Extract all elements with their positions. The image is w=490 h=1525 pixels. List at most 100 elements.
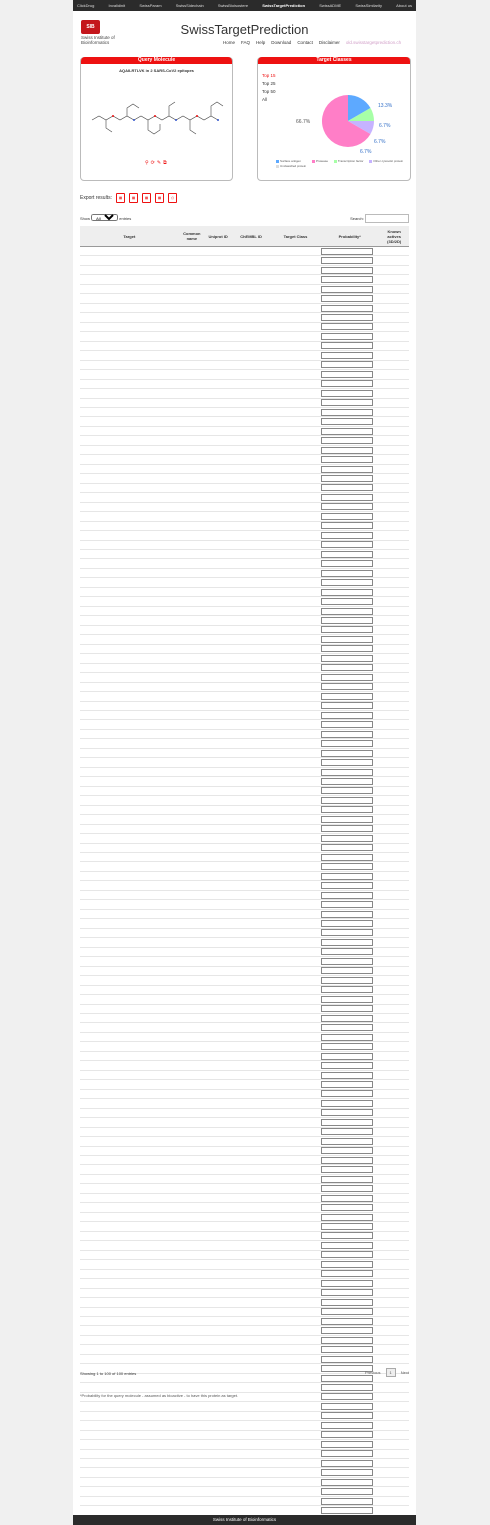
cell-uniprot[interactable] — [205, 549, 232, 560]
cell-common-name[interactable] — [178, 1382, 205, 1393]
nav-download[interactable]: Download — [271, 40, 291, 45]
cell-chembl[interactable] — [231, 246, 271, 257]
cell-known-actives[interactable] — [379, 824, 409, 835]
table-row[interactable] — [80, 1193, 409, 1204]
cell-chembl[interactable] — [231, 331, 271, 342]
table-row[interactable] — [80, 1486, 409, 1497]
cell-chembl[interactable] — [231, 1004, 271, 1014]
cell-chembl[interactable] — [231, 426, 271, 437]
cell-uniprot[interactable] — [205, 1146, 232, 1157]
table-row[interactable] — [80, 890, 409, 901]
cell-chembl[interactable] — [231, 1193, 271, 1204]
cell-common-name[interactable] — [178, 1079, 205, 1090]
zoom-icon[interactable]: ⚲ — [145, 160, 149, 166]
cell-chembl[interactable] — [231, 1439, 271, 1450]
cell-known-actives[interactable] — [379, 1146, 409, 1157]
table-row[interactable] — [80, 274, 409, 285]
table-row[interactable] — [80, 1477, 409, 1488]
cell-chembl[interactable] — [231, 416, 271, 427]
cell-chembl[interactable] — [231, 1496, 271, 1507]
cell-known-actives[interactable] — [379, 1458, 409, 1469]
cell-known-actives[interactable] — [379, 691, 409, 702]
cell-known-actives[interactable] — [379, 1127, 409, 1138]
cell-chembl[interactable] — [231, 1183, 271, 1194]
table-row[interactable] — [80, 861, 409, 872]
cell-chembl[interactable] — [231, 398, 271, 408]
topbar-link[interactable]: SwissParam — [139, 3, 161, 8]
cell-known-actives[interactable] — [379, 1004, 409, 1014]
cell-known-actives[interactable] — [379, 341, 409, 352]
table-row[interactable] — [80, 1496, 409, 1507]
cell-known-actives[interactable] — [379, 928, 409, 939]
cell-known-actives[interactable] — [379, 786, 409, 797]
cell-uniprot[interactable] — [205, 786, 232, 797]
cell-chembl[interactable] — [231, 1269, 271, 1280]
cell-uniprot[interactable] — [205, 445, 232, 456]
cell-known-actives[interactable] — [379, 871, 409, 882]
cell-chembl[interactable] — [231, 956, 271, 967]
cell-chembl[interactable] — [231, 1136, 271, 1147]
column-header-probability[interactable]: Probability* — [320, 226, 380, 247]
table-row[interactable] — [80, 445, 409, 456]
table-row[interactable] — [80, 776, 409, 787]
cell-known-actives[interactable] — [379, 492, 409, 503]
top-25-option[interactable]: Top 25 — [262, 80, 276, 88]
cell-chembl[interactable] — [231, 1098, 271, 1109]
table-row[interactable] — [80, 435, 409, 446]
cell-chembl[interactable] — [231, 1013, 271, 1024]
cell-known-actives[interactable] — [379, 312, 409, 323]
cell-common-name[interactable] — [178, 1004, 205, 1014]
cell-common-name[interactable] — [178, 833, 205, 844]
cell-chembl[interactable] — [231, 1373, 271, 1384]
cell-chembl[interactable] — [231, 1382, 271, 1393]
cell-common-name[interactable] — [178, 1401, 205, 1412]
cell-chembl[interactable] — [231, 530, 271, 541]
cell-common-name[interactable] — [178, 596, 205, 607]
cell-uniprot[interactable] — [205, 776, 232, 787]
cell-known-actives[interactable] — [379, 1013, 409, 1024]
table-row[interactable] — [80, 1070, 409, 1081]
cell-known-actives[interactable] — [379, 521, 409, 532]
cell-common-name[interactable] — [178, 483, 205, 494]
cell-uniprot[interactable] — [205, 1079, 232, 1090]
table-row[interactable] — [80, 1401, 409, 1412]
cell-known-actives[interactable] — [379, 322, 409, 333]
table-row[interactable] — [80, 701, 409, 711]
cell-uniprot[interactable] — [205, 1325, 232, 1336]
cell-known-actives[interactable] — [379, 587, 409, 598]
table-row[interactable] — [80, 511, 409, 522]
cell-known-actives[interactable] — [379, 1430, 409, 1441]
cell-common-name[interactable] — [178, 435, 205, 446]
table-row[interactable] — [80, 1060, 409, 1071]
cell-known-actives[interactable] — [379, 1041, 409, 1052]
cell-known-actives[interactable] — [379, 994, 409, 1005]
edit-icon[interactable]: ✎ — [157, 160, 161, 166]
cell-chembl[interactable] — [231, 738, 271, 749]
cell-common-name[interactable] — [178, 1221, 205, 1232]
table-row[interactable] — [80, 473, 409, 484]
cell-common-name[interactable] — [178, 445, 205, 456]
cell-common-name[interactable] — [178, 1041, 205, 1052]
cell-uniprot[interactable] — [205, 1354, 232, 1365]
cell-known-actives[interactable] — [379, 502, 409, 513]
cell-chembl[interactable] — [231, 483, 271, 494]
cell-known-actives[interactable] — [379, 265, 409, 276]
cell-uniprot[interactable] — [205, 899, 232, 910]
cell-uniprot[interactable] — [205, 1250, 232, 1261]
cell-known-actives[interactable] — [379, 568, 409, 579]
cell-known-actives[interactable] — [379, 558, 409, 569]
cell-uniprot[interactable] — [205, 1089, 232, 1100]
cell-uniprot[interactable] — [205, 719, 232, 730]
cell-uniprot[interactable] — [205, 843, 232, 854]
cell-known-actives[interactable] — [379, 1420, 409, 1431]
cell-common-name[interactable] — [178, 1146, 205, 1157]
cell-common-name[interactable] — [178, 1420, 205, 1431]
pdf-icon[interactable]: ▦ — [154, 193, 164, 203]
table-row[interactable] — [80, 1231, 409, 1242]
table-row[interactable] — [80, 1174, 409, 1185]
copy-icon[interactable]: ⧉ — [163, 160, 167, 166]
cell-known-actives[interactable] — [379, 1335, 409, 1346]
cell-chembl[interactable] — [231, 502, 271, 513]
cell-known-actives[interactable] — [379, 1449, 409, 1460]
cell-uniprot[interactable] — [205, 540, 232, 551]
